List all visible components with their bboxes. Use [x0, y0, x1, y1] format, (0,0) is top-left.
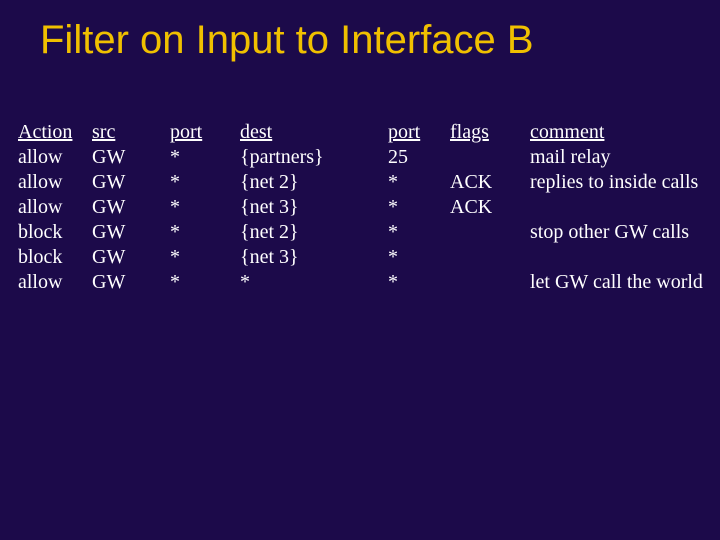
- filter-table: Action src port dest port flags comment …: [18, 120, 720, 295]
- col-header-port2: port: [388, 120, 450, 145]
- table-header-row: Action src port dest port flags comment: [18, 120, 720, 145]
- cell-flags: [450, 270, 530, 295]
- col-header-action: Action: [18, 120, 92, 145]
- cell-flags: [450, 245, 530, 270]
- cell-port2: *: [388, 195, 450, 220]
- cell-action: allow: [18, 270, 92, 295]
- cell-action: allow: [18, 195, 92, 220]
- cell-port1: *: [170, 195, 240, 220]
- col-header-flags: flags: [450, 120, 530, 145]
- cell-dest: {partners}: [240, 145, 388, 170]
- cell-action: allow: [18, 145, 92, 170]
- cell-port2: *: [388, 270, 450, 295]
- cell-port1: *: [170, 245, 240, 270]
- table-row: allow GW * {net 2} * ACK replies to insi…: [18, 170, 720, 195]
- cell-comment: let GW call the world: [530, 270, 720, 295]
- cell-port2: *: [388, 245, 450, 270]
- cell-port1: *: [170, 170, 240, 195]
- cell-port1: *: [170, 145, 240, 170]
- cell-src: GW: [92, 195, 170, 220]
- cell-comment: stop other GW calls: [530, 220, 720, 245]
- cell-dest: {net 3}: [240, 195, 388, 220]
- col-header-src: src: [92, 120, 170, 145]
- cell-dest: {net 3}: [240, 245, 388, 270]
- col-header-dest: dest: [240, 120, 388, 145]
- cell-action: block: [18, 245, 92, 270]
- cell-src: GW: [92, 170, 170, 195]
- table-row: block GW * {net 3} *: [18, 245, 720, 270]
- cell-dest: {net 2}: [240, 220, 388, 245]
- cell-action: block: [18, 220, 92, 245]
- cell-port1: *: [170, 220, 240, 245]
- cell-flags: ACK: [450, 170, 530, 195]
- cell-port1: *: [170, 270, 240, 295]
- table-row: allow GW * * * let GW call the world: [18, 270, 720, 295]
- cell-comment: [530, 195, 720, 220]
- table-row: block GW * {net 2} * stop other GW calls: [18, 220, 720, 245]
- cell-dest: {net 2}: [240, 170, 388, 195]
- slide: Filter on Input to Interface B Action sr…: [0, 0, 720, 540]
- cell-action: allow: [18, 170, 92, 195]
- cell-comment: replies to inside calls: [530, 170, 720, 195]
- cell-src: GW: [92, 220, 170, 245]
- cell-port2: *: [388, 220, 450, 245]
- cell-src: GW: [92, 270, 170, 295]
- cell-dest: *: [240, 270, 388, 295]
- cell-comment: [530, 245, 720, 270]
- cell-comment: mail relay: [530, 145, 720, 170]
- cell-flags: [450, 220, 530, 245]
- col-header-port1: port: [170, 120, 240, 145]
- cell-src: GW: [92, 245, 170, 270]
- table-row: allow GW * {net 3} * ACK: [18, 195, 720, 220]
- col-header-comment: comment: [530, 120, 720, 145]
- cell-src: GW: [92, 145, 170, 170]
- slide-title: Filter on Input to Interface B: [40, 18, 534, 63]
- table-row: allow GW * {partners} 25 mail relay: [18, 145, 720, 170]
- cell-port2: 25: [388, 145, 450, 170]
- cell-flags: [450, 145, 530, 170]
- cell-port2: *: [388, 170, 450, 195]
- cell-flags: ACK: [450, 195, 530, 220]
